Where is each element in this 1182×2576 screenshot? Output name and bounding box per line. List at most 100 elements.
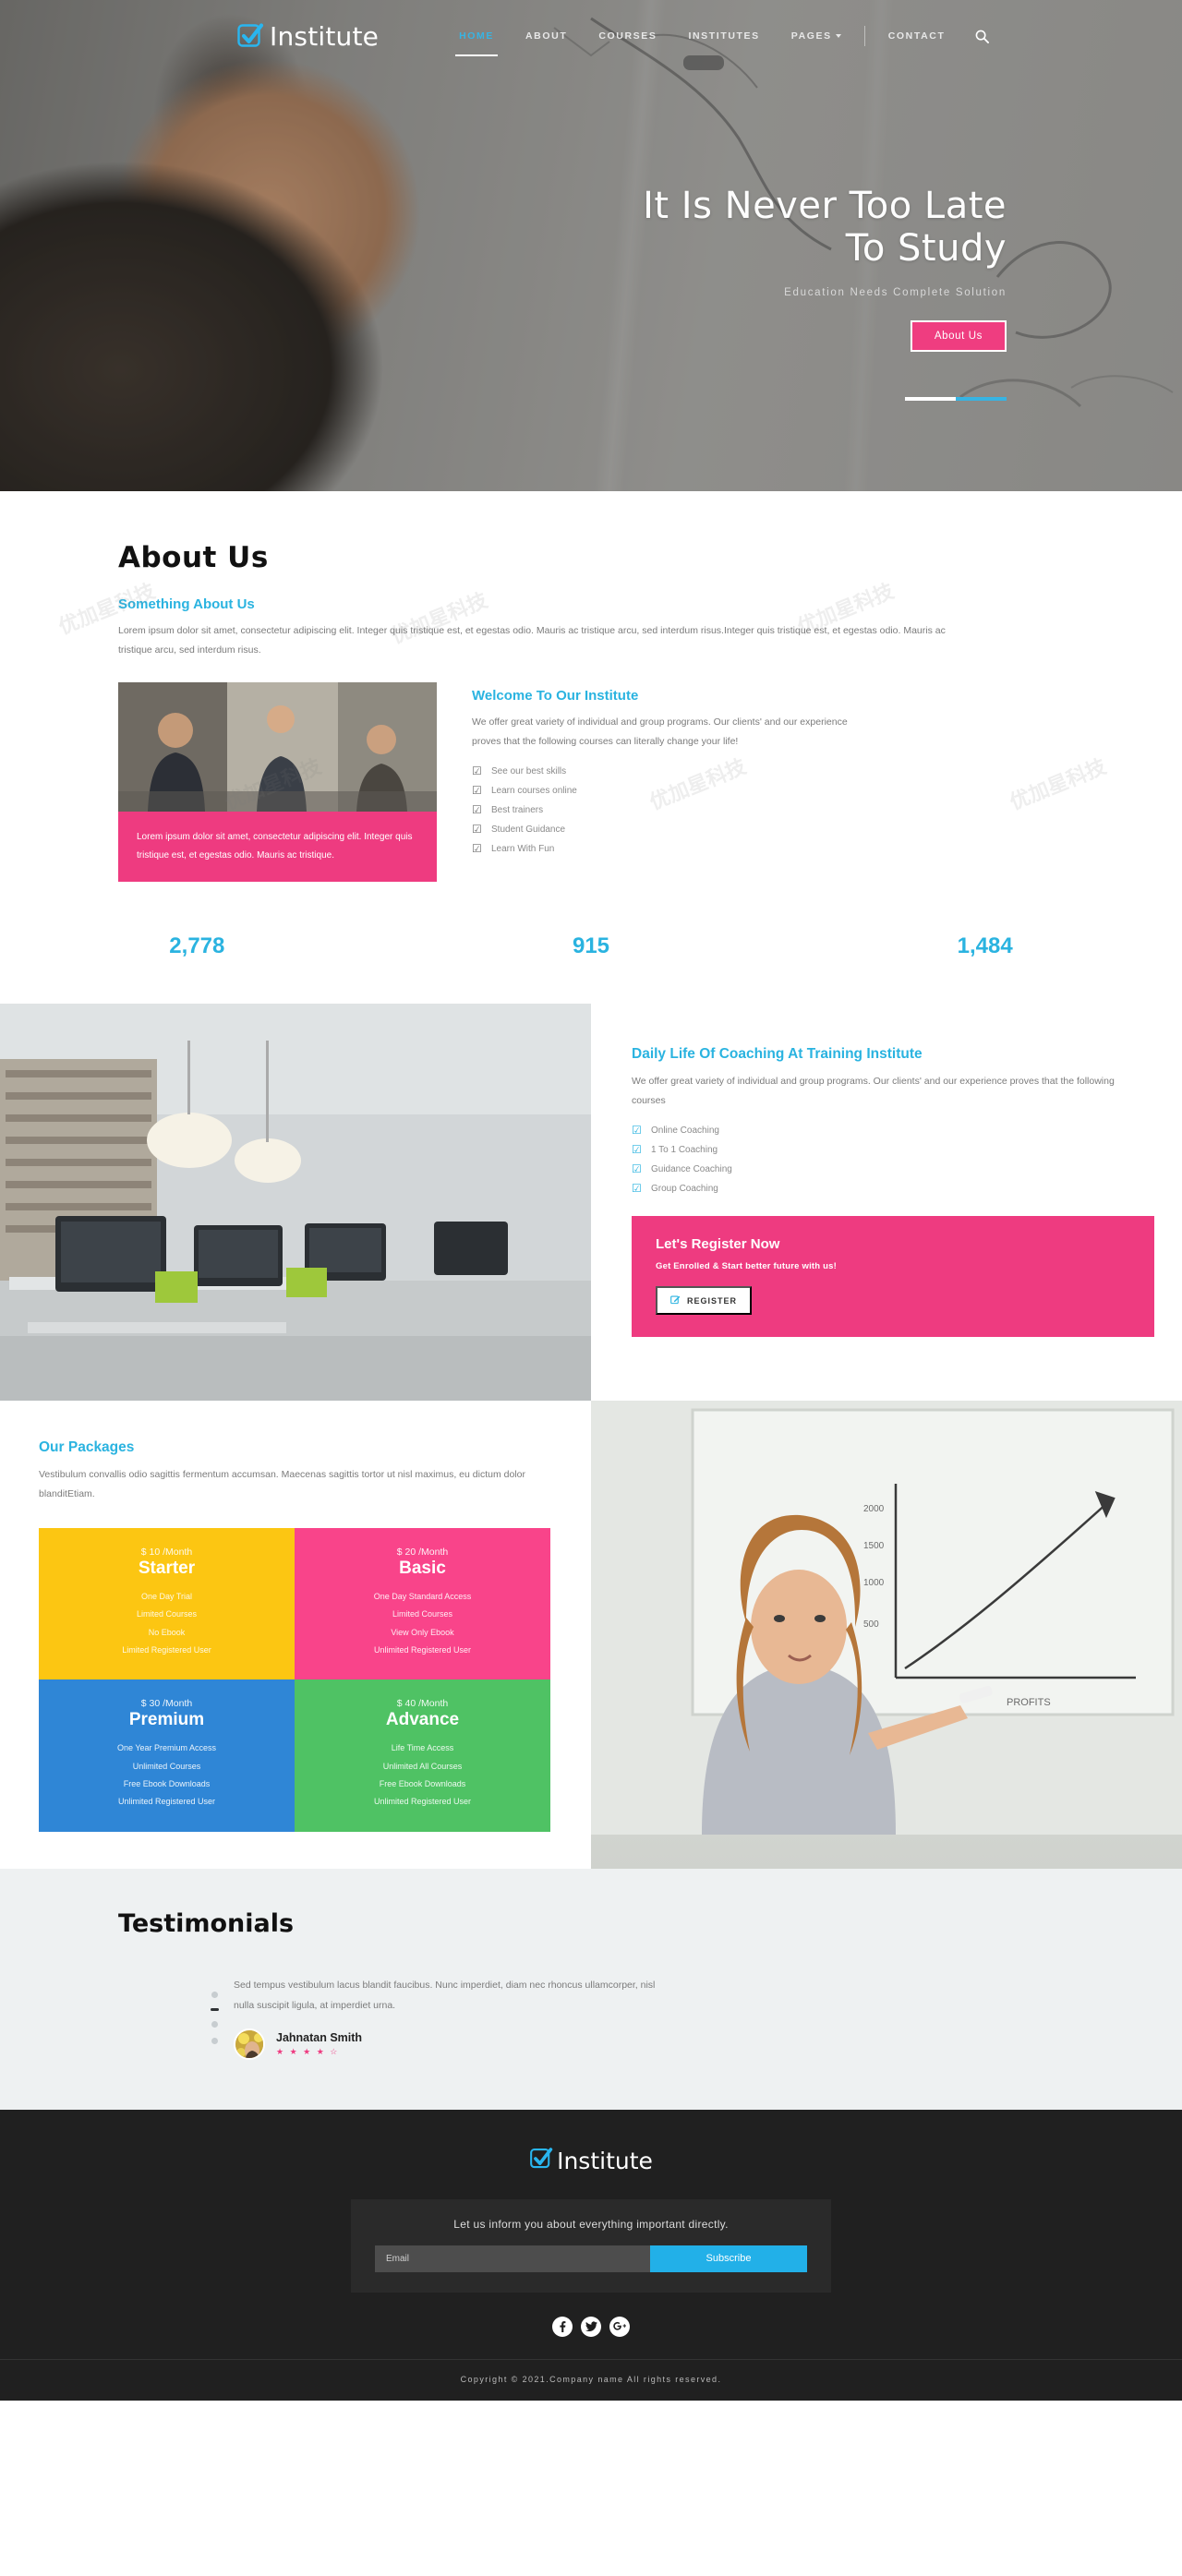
package-feature: One Year Premium Access (116, 1743, 217, 1753)
package-feature: Unlimited Registered User (373, 1797, 472, 1807)
testimonial-dot[interactable] (211, 2037, 218, 2044)
about-paragraph: Lorem ipsum dolor sit amet, consectetur … (118, 625, 946, 656)
nav-item-about[interactable]: ABOUT (510, 24, 583, 48)
list-item: ☑ See our best skills (472, 765, 1064, 776)
package-feature: Unlimited Registered User (117, 1797, 216, 1807)
about-checklist: ☑ See our best skills ☑ Learn courses onli… (472, 765, 1064, 855)
footer-brand-logo[interactable]: Institute (0, 2147, 1182, 2175)
checkbox-icon: ☑ (632, 1182, 642, 1195)
copyright-text: Copyright © 2021.Company name All rights… (0, 2358, 1182, 2401)
slider-progress-fill (956, 397, 1007, 401)
checkbox-icon: ☑ (632, 1162, 642, 1175)
checklist-label: Guidance Coaching (651, 1164, 732, 1174)
list-item: ☑ Best trainers (472, 803, 1064, 816)
package-feature: One Day Standard Access (373, 1592, 472, 1601)
packages-title: Our Packages (39, 1439, 135, 1455)
brand-logo[interactable]: Institute (236, 21, 379, 52)
welcome-title: Welcome To Our Institute (472, 688, 639, 704)
chevron-down-icon (835, 34, 841, 39)
footer-brand-name: Institute (557, 2147, 653, 2174)
package-card-advance[interactable]: $ 40 /Month Advance Life Time Access Unl… (295, 1679, 550, 1832)
checkbox-check-icon (236, 22, 264, 50)
package-feature: One Day Trial (140, 1592, 193, 1601)
package-feature: Limited Registered User (122, 1645, 211, 1655)
list-item: ☑ Guidance Coaching (632, 1162, 1154, 1175)
svg-text:PROFITS: PROFITS (1007, 1697, 1051, 1708)
footer: Institute Let us inform you about everyt… (0, 2109, 1182, 2401)
packages-left-column: Our Packages Vestibulum convallis odio s… (0, 1401, 591, 1869)
package-name: Starter (138, 1559, 196, 1578)
checklist-label: Best trainers (491, 805, 544, 815)
hero-slider-progress[interactable] (905, 397, 1007, 401)
package-card-starter[interactable]: $ 10 /Month Starter One Day Trial Limite… (39, 1528, 295, 1680)
package-feature: No Ebook (148, 1627, 186, 1637)
testimonial-dot[interactable] (211, 1991, 218, 1998)
top-navigation-bar: Institute HOME ABOUT COURSES INSTITUTES … (0, 0, 1182, 72)
checklist-label: 1 To 1 Coaching (651, 1145, 718, 1155)
twitter-icon[interactable] (581, 2316, 601, 2337)
hero-subtitle: Education Needs Complete Solution (784, 286, 1007, 298)
package-feature: Life Time Access (391, 1743, 454, 1753)
register-button[interactable]: REGISTER (656, 1286, 753, 1315)
checklist-label: Student Guidance (491, 825, 566, 835)
daily-title: Daily Life Of Coaching At Training Insti… (632, 1046, 923, 1062)
counter-number: 915 (572, 933, 610, 958)
checklist-label: Online Coaching (651, 1125, 719, 1136)
list-item: ☑ Learn With Fun (472, 842, 1064, 855)
checkbox-icon: ☑ (472, 842, 482, 855)
package-feature: Limited Courses (136, 1609, 198, 1619)
newsletter-text: Let us inform you about everything impor… (453, 2217, 729, 2231)
nav-item-courses[interactable]: COURSES (583, 24, 672, 48)
register-title: Let's Register Now (656, 1236, 780, 1252)
facebook-icon[interactable] (552, 2316, 573, 2337)
testimonial-pagination-dots[interactable] (211, 1975, 219, 2060)
avatar (234, 2028, 265, 2060)
hero-section: Institute HOME ABOUT COURSES INSTITUTES … (0, 0, 1182, 491)
nav-divider (863, 26, 865, 46)
subscribe-button[interactable]: Subscribe (650, 2245, 807, 2272)
hero-title-line-2: To Study (845, 227, 1007, 271)
counter-number: 2,778 (169, 933, 225, 958)
register-cta-box: Let's Register Now Get Enrolled & Start … (632, 1216, 1154, 1337)
testimonial-quote: Sed tempus vestibulum lacus blandit fauc… (234, 1979, 656, 2011)
svg-text:1000: 1000 (863, 1578, 885, 1588)
checkbox-icon: ☑ (632, 1143, 642, 1156)
edit-pencil-icon (670, 1294, 681, 1306)
checkbox-icon: ☑ (472, 803, 482, 816)
packages-grid: $ 10 /Month Starter One Day Trial Limite… (39, 1528, 550, 1832)
testimonial-card: Sed tempus vestibulum lacus blandit fauc… (118, 1975, 1064, 2060)
nav-pages-label: PAGES (790, 30, 832, 42)
counter-item: 1,484 (788, 933, 1182, 963)
package-card-basic[interactable]: $ 20 /Month Basic One Day Standard Acces… (295, 1528, 550, 1680)
package-price: $ 30 /Month (140, 1698, 193, 1710)
search-icon[interactable] (975, 30, 990, 43)
hero-title-line-1: It Is Never Too Late (643, 185, 1007, 227)
package-price: $ 10 /Month (140, 1547, 193, 1558)
teacher-whiteboard-photo: 2000 1500 1000 500 PROFITS (591, 1401, 1182, 1869)
testimonial-dot[interactable] (211, 2020, 218, 2028)
daily-life-content: Daily Life Of Coaching At Training Insti… (591, 1004, 1182, 1401)
counter-number: 1,484 (957, 933, 1013, 958)
counter-item: 2,778 (0, 933, 394, 963)
page-root: Institute HOME ABOUT COURSES INSTITUTES … (0, 0, 1182, 2401)
packages-text: Vestibulum convallis odio sagittis ferme… (39, 1469, 525, 1499)
list-item: ☑ 1 To 1 Coaching (632, 1143, 1154, 1156)
nav-item-institutes[interactable]: INSTITUTES (672, 24, 775, 48)
hero-about-us-button[interactable]: About Us (910, 319, 1007, 352)
brand-name: Institute (270, 20, 380, 52)
nav-item-home[interactable]: HOME (443, 24, 510, 56)
list-item: ☑ Learn courses online (472, 785, 1064, 796)
welcome-text: We offer great variety of individual and… (472, 716, 848, 747)
email-input[interactable] (375, 2245, 650, 2272)
testimonial-dot-active[interactable] (211, 2007, 219, 2011)
nav-item-pages[interactable]: PAGES (776, 24, 857, 48)
page-title: About Us (118, 541, 269, 574)
testimonials-container: Testimonials Sed tempus vestibulum lacus… (118, 1909, 1064, 2060)
about-media-column: Lorem ipsum dolor sit amet, consectetur … (118, 682, 437, 882)
nav-item-contact[interactable]: CONTACT (873, 24, 961, 48)
google-plus-icon[interactable] (609, 2316, 630, 2337)
about-row: Lorem ipsum dolor sit amet, consectetur … (118, 682, 1064, 882)
testimonial-author-name: Jahnatan Smith (276, 2030, 363, 2044)
package-card-premium[interactable]: $ 30 /Month Premium One Year Premium Acc… (39, 1679, 295, 1832)
list-item: ☑ Group Coaching (632, 1182, 1154, 1195)
